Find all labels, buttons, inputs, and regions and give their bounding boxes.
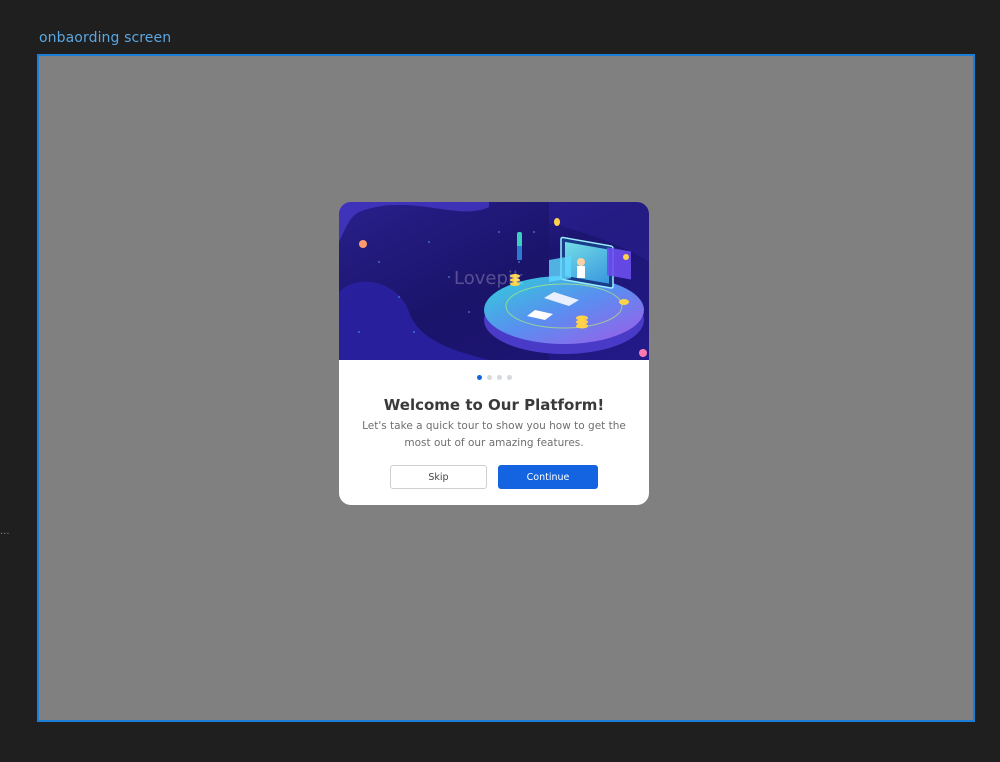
pager-dot-1[interactable] xyxy=(476,375,482,380)
modal-description: Let's take a quick tour to show you how … xyxy=(362,420,626,449)
modal-title: Welcome to Our Platform! xyxy=(383,396,605,414)
skip-button[interactable]: Skip xyxy=(390,465,487,489)
hero-watermark: Lovepik xyxy=(454,268,524,289)
side-indicator: ... xyxy=(0,526,10,537)
pager-dots xyxy=(339,375,649,380)
pager-dot-2[interactable] xyxy=(486,375,492,380)
frame-label[interactable]: onbaording screen xyxy=(39,30,171,46)
continue-button[interactable]: Continue xyxy=(498,465,598,489)
hero-illustration: Lovepik xyxy=(339,202,649,360)
pager-dot-3[interactable] xyxy=(496,375,502,380)
onboarding-modal: Lovepik Welcome to Our Platform! Let's t… xyxy=(339,202,649,505)
pager-dot-4[interactable] xyxy=(506,375,512,380)
